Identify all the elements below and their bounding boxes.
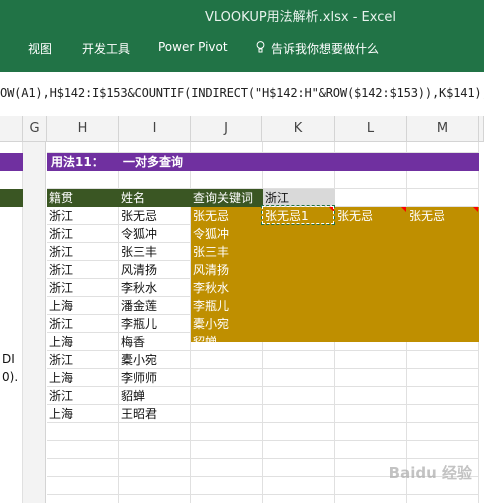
section-title[interactable]: 用法11： [51,153,104,171]
tell-me-search[interactable]: 告诉我你想要做什么 [271,40,379,57]
cell-jiguan[interactable]: 浙江 [47,315,119,333]
cell-name[interactable]: 张三丰 [119,243,191,261]
tab-developer[interactable]: 开发工具 [82,40,130,57]
result-j-cell[interactable]: 貂蝉 [191,333,263,351]
column-header-n[interactable] [479,116,484,142]
cell-jiguan[interactable]: 上海 [47,405,119,423]
cell-jiguan[interactable]: 浙江 [47,261,119,279]
result-j-cell[interactable]: 令狐冲 [191,225,263,243]
column-header-k[interactable]: K [262,116,335,142]
column-header-g[interactable]: G [23,116,47,142]
result-j-cell[interactable]: 李瓶儿 [191,297,263,315]
cell-jiguan[interactable]: 浙江 [47,387,119,405]
lightbulb-icon [256,41,265,53]
cell-name[interactable]: 李瓶儿 [119,315,191,333]
left-green-band [0,189,23,207]
cell-name[interactable]: 潘金莲 [119,297,191,315]
cell-name[interactable]: 李秋水 [119,279,191,297]
watermark-logo: Baidu 经验 [388,464,472,482]
query-key-value[interactable]: 浙江 [263,189,335,207]
copy-selection-marquee[interactable] [261,205,335,225]
left-purple-band [0,153,23,171]
cell-jiguan[interactable]: 上海 [47,333,119,351]
column-header-l[interactable]: L [335,116,407,142]
left-fragment-2[interactable]: 0). [0,368,22,386]
cell-name[interactable]: 李师师 [119,369,191,387]
result-m1[interactable]: 张无忌 [407,207,479,225]
column-header-h[interactable]: H [47,116,119,142]
cell-name[interactable]: 张无忌 [119,207,191,225]
header-name[interactable]: 姓名 [119,189,191,207]
result-j-cell[interactable]: 橐小宛 [191,315,263,333]
cell-name[interactable]: 橐小宛 [119,351,191,369]
cell-jiguan[interactable]: 浙江 [47,243,119,261]
cell-jiguan[interactable]: 上海 [47,369,119,387]
cell-jiguan[interactable]: 浙江 [47,279,119,297]
section-title-band: 用法11： 一对多查询 [47,153,479,171]
cell-name[interactable]: 梅香 [119,333,191,351]
ribbon-tabs: 视图 开发工具 Power Pivot 告诉我你想要做什么 [0,30,484,72]
cell-name[interactable]: 貂蝉 [119,387,191,405]
result-j-cell[interactable]: 风清扬 [191,261,263,279]
comment-indicator-l1 [401,207,406,212]
column-header-j[interactable]: J [191,116,262,142]
cell-jiguan[interactable]: 上海 [47,297,119,315]
column-header-m[interactable]: M [407,116,479,142]
cell-name[interactable]: 风清扬 [119,261,191,279]
header-query-key[interactable]: 查询关键词 [191,189,263,207]
formula-bar[interactable]: OW(A1),H$142:I$153&COUNTIF(INDIRECT("H$1… [0,72,484,117]
cell-name[interactable]: 王昭君 [119,405,191,423]
result-j-cell[interactable]: 李秋水 [191,279,263,297]
cell-name[interactable]: 令狐冲 [119,225,191,243]
cell-jiguan[interactable]: 浙江 [47,351,119,369]
title-bar: VLOOKUP用法解析.xlsx - Excel [0,0,484,30]
result-j-cell[interactable]: 张无忌 [191,207,263,225]
tab-view[interactable]: 视图 [28,40,52,57]
comment-indicator-m1 [473,207,478,212]
cell-jiguan[interactable]: 浙江 [47,225,119,243]
header-jiguan[interactable]: 籍贯 [47,189,119,207]
formula-text[interactable]: OW(A1),H$142:I$153&COUNTIF(INDIRECT("H$1… [0,86,484,100]
column-header-blank[interactable] [0,116,23,142]
result-j-cell[interactable]: 张三丰 [191,243,263,261]
left-fragment-1[interactable]: DI [0,350,22,368]
section-subtitle[interactable]: 一对多查询 [123,153,183,171]
column-g-hidden-strip [23,142,46,503]
cell-jiguan[interactable]: 浙江 [47,207,119,225]
tab-power-pivot[interactable]: Power Pivot [158,40,228,54]
window-title: VLOOKUP用法解析.xlsx - Excel [205,10,396,25]
column-header-i[interactable]: I [119,116,191,142]
result-l1[interactable]: 张无忌 [335,207,407,225]
